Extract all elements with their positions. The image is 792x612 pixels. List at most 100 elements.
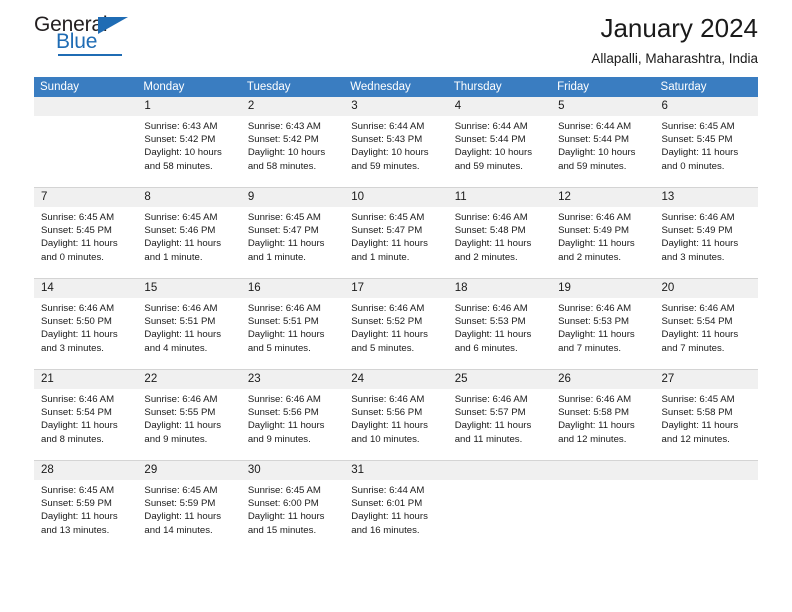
calendar-day-cell[interactable]: 16 Sunrise: 6:46 AM Sunset: 5:51 PM Dayligh… (240, 278, 345, 370)
calendar-day-cell[interactable]: 8 Sunrise: 6:45 AM Sunset: 5:46 PM Daylight… (137, 187, 241, 279)
calendar-day-cell[interactable]: 4 Sunrise: 6:44 AM Sunset: 5:44 PM Daylight… (447, 97, 552, 188)
day-number: 27 (654, 370, 758, 389)
calendar-day-cell[interactable]: 2 Sunrise: 6:43 AM Sunset: 5:42 PM Daylight… (240, 97, 345, 188)
calendar-day-cell[interactable]: 9 Sunrise: 6:45 AM Sunset: 5:47 PM Daylight… (240, 187, 345, 279)
sunset-text: Sunset: 5:59 PM (144, 498, 216, 510)
day-number: 24 (344, 370, 448, 389)
daylight-text-line2: and 0 minutes. (41, 251, 104, 263)
logo-underline (58, 54, 122, 56)
calendar-day-cell[interactable]: 22 Sunrise: 6:46 AM Sunset: 5:55 PM Dayligh… (137, 369, 241, 461)
day-number: 6 (654, 97, 758, 116)
daylight-text-line1: Daylight: 11 hours (661, 147, 739, 159)
calendar-day-cell[interactable]: 13 Sunrise: 6:46 AM Sunset: 5:49 PM Dayligh… (654, 187, 758, 279)
daylight-text-line2: and 59 minutes. (558, 160, 627, 172)
daylight-text-line2: and 59 minutes. (454, 160, 523, 172)
day-cell-inner: 25 Sunrise: 6:46 AM Sunset: 5:57 PM Dayligh… (447, 370, 552, 460)
day-number (551, 461, 655, 480)
daylight-text-line2: and 5 minutes. (351, 342, 415, 354)
calendar-day-cell[interactable]: 15 Sunrise: 6:46 AM Sunset: 5:51 PM Dayligh… (137, 278, 241, 370)
calendar-day-cell[interactable]: 31 Sunrise: 6:44 AM Sunset: 6:01 PM Dayligh… (344, 460, 448, 551)
sunrise-text: Sunrise: 6:46 AM (454, 212, 528, 223)
daylight-text-line1: Daylight: 11 hours (247, 511, 325, 523)
sunrise-text: Sunrise: 6:46 AM (661, 212, 735, 223)
daylight-text-line1: Daylight: 11 hours (41, 420, 118, 432)
sunset-text: Sunset: 5:58 PM (558, 407, 630, 419)
page-title: January 2024 (600, 13, 758, 43)
day-cell-inner (654, 461, 758, 551)
day-cell-inner: 31 Sunrise: 6:44 AM Sunset: 6:01 PM Dayligh… (344, 461, 448, 551)
weekday-header-wednesday: Wednesday (344, 77, 448, 97)
day-cell-inner: 27 Sunrise: 6:45 AM Sunset: 5:58 PM Dayligh… (654, 370, 758, 460)
calendar-day-cell[interactable]: 27 Sunrise: 6:45 AM Sunset: 5:58 PM Dayligh… (654, 369, 758, 461)
calendar-day-cell[interactable]: 12 Sunrise: 6:46 AM Sunset: 5:49 PM Dayligh… (551, 187, 655, 279)
calendar-day-cell[interactable]: 10 Sunrise: 6:45 AM Sunset: 5:47 PM Dayligh… (344, 187, 448, 279)
calendar-day-cell[interactable]: 28 Sunrise: 6:45 AM Sunset: 5:59 PM Dayligh… (34, 460, 138, 551)
day-cell-inner (34, 97, 138, 187)
calendar-day-cell[interactable]: 1 Sunrise: 6:43 AM Sunset: 5:42 PM Daylight… (137, 97, 241, 188)
day-number: 5 (551, 97, 655, 116)
day-cell-inner: 11 Sunrise: 6:46 AM Sunset: 5:48 PM Dayligh… (447, 188, 552, 278)
calendar-cell-empty (551, 460, 655, 551)
daylight-text-line1: Daylight: 11 hours (661, 329, 739, 341)
day-cell-inner: 16 Sunrise: 6:46 AM Sunset: 5:51 PM Dayligh… (240, 279, 345, 369)
day-cell-inner: 13 Sunrise: 6:46 AM Sunset: 5:49 PM Dayligh… (654, 188, 758, 278)
calendar-day-cell[interactable]: 19 Sunrise: 6:46 AM Sunset: 5:53 PM Dayligh… (551, 278, 655, 370)
calendar-day-cell[interactable]: 24 Sunrise: 6:46 AM Sunset: 5:56 PM Dayligh… (344, 369, 448, 461)
day-cell-inner: 22 Sunrise: 6:46 AM Sunset: 5:55 PM Dayligh… (137, 370, 241, 460)
sunset-text: Sunset: 5:47 PM (247, 225, 319, 237)
sunset-text: Sunset: 5:53 PM (558, 316, 630, 328)
calendar-day-cell[interactable]: 5 Sunrise: 6:44 AM Sunset: 5:44 PM Daylight… (551, 97, 655, 188)
calendar-day-cell[interactable]: 20 Sunrise: 6:46 AM Sunset: 5:54 PM Dayligh… (654, 278, 758, 370)
day-cell-details: Sunrise: 6:46 AM Sunset: 5:51 PM Daylight:… (137, 298, 240, 355)
day-cell-inner: 23 Sunrise: 6:46 AM Sunset: 5:56 PM Dayligh… (240, 370, 345, 460)
day-number: 19 (551, 279, 655, 298)
calendar-day-cell[interactable]: 14 Sunrise: 6:46 AM Sunset: 5:50 PM Dayligh… (34, 278, 138, 370)
daylight-text-line2: and 16 minutes. (351, 524, 420, 536)
calendar-day-cell[interactable]: 30 Sunrise: 6:45 AM Sunset: 6:00 PM Dayligh… (240, 460, 345, 551)
daylight-text-line1: Daylight: 11 hours (351, 329, 428, 341)
day-cell-inner: 5 Sunrise: 6:44 AM Sunset: 5:44 PM Daylight… (551, 97, 655, 187)
calendar-day-cell[interactable]: 25 Sunrise: 6:46 AM Sunset: 5:57 PM Dayligh… (447, 369, 552, 461)
sunset-text: Sunset: 5:46 PM (144, 225, 216, 237)
calendar-cell-empty (34, 97, 138, 188)
day-cell-details: Sunrise: 6:46 AM Sunset: 5:52 PM Daylight:… (344, 298, 447, 355)
day-number: 28 (34, 461, 138, 480)
calendar-day-cell[interactable]: 7 Sunrise: 6:45 AM Sunset: 5:45 PM Daylight… (34, 187, 138, 279)
sunset-text: Sunset: 5:47 PM (351, 225, 423, 237)
day-number: 13 (654, 188, 758, 207)
sunset-text: Sunset: 6:01 PM (351, 498, 423, 510)
day-cell-inner: 28 Sunrise: 6:45 AM Sunset: 5:59 PM Dayligh… (34, 461, 138, 551)
daylight-text-line1: Daylight: 11 hours (454, 238, 532, 250)
general-blue-logo: General Blue (34, 14, 142, 60)
calendar-day-cell[interactable]: 18 Sunrise: 6:46 AM Sunset: 5:53 PM Dayligh… (447, 278, 552, 370)
sunrise-text: Sunrise: 6:43 AM (247, 121, 321, 132)
calendar-day-cell[interactable]: 11 Sunrise: 6:46 AM Sunset: 5:48 PM Dayligh… (447, 187, 552, 279)
daylight-text-line2: and 8 minutes. (41, 433, 104, 445)
calendar-day-cell[interactable]: 21 Sunrise: 6:46 AM Sunset: 5:54 PM Dayligh… (34, 369, 138, 461)
weekday-header-tuesday: Tuesday (240, 77, 345, 97)
sunrise-text: Sunrise: 6:44 AM (351, 121, 425, 132)
calendar-day-cell[interactable]: 23 Sunrise: 6:46 AM Sunset: 5:56 PM Dayligh… (240, 369, 345, 461)
day-cell-inner: 21 Sunrise: 6:46 AM Sunset: 5:54 PM Dayligh… (34, 370, 138, 460)
daylight-text-line1: Daylight: 11 hours (351, 420, 428, 432)
calendar-day-cell[interactable]: 3 Sunrise: 6:44 AM Sunset: 5:43 PM Daylight… (344, 97, 448, 188)
calendar-day-cell[interactable]: 17 Sunrise: 6:46 AM Sunset: 5:52 PM Dayligh… (344, 278, 448, 370)
calendar-week-row: 7 Sunrise: 6:45 AM Sunset: 5:45 PM Daylight… (34, 187, 758, 279)
daylight-text-line1: Daylight: 11 hours (144, 420, 222, 432)
sunrise-text: Sunrise: 6:46 AM (41, 394, 115, 405)
sunrise-text: Sunrise: 6:45 AM (661, 394, 735, 405)
daylight-text-line1: Daylight: 11 hours (247, 329, 325, 341)
day-cell-details: Sunrise: 6:46 AM Sunset: 5:56 PM Daylight:… (344, 389, 447, 446)
daylight-text-line2: and 14 minutes. (144, 524, 213, 536)
day-cell-details: Sunrise: 6:44 AM Sunset: 5:43 PM Daylight:… (344, 116, 447, 173)
sunrise-text: Sunrise: 6:46 AM (144, 303, 218, 314)
calendar-day-cell[interactable]: 26 Sunrise: 6:46 AM Sunset: 5:58 PM Dayligh… (551, 369, 655, 461)
calendar-day-cell[interactable]: 6 Sunrise: 6:45 AM Sunset: 5:45 PM Daylight… (654, 97, 758, 188)
daylight-text-line2: and 7 minutes. (661, 342, 725, 354)
day-number: 25 (447, 370, 552, 389)
sunrise-text: Sunrise: 6:46 AM (454, 394, 528, 405)
calendar-cell-empty (447, 460, 552, 551)
calendar-day-cell[interactable]: 29 Sunrise: 6:45 AM Sunset: 5:59 PM Dayligh… (137, 460, 241, 551)
daylight-text-line1: Daylight: 10 hours (247, 147, 326, 159)
day-cell-details: Sunrise: 6:46 AM Sunset: 5:49 PM Daylight:… (551, 207, 654, 264)
